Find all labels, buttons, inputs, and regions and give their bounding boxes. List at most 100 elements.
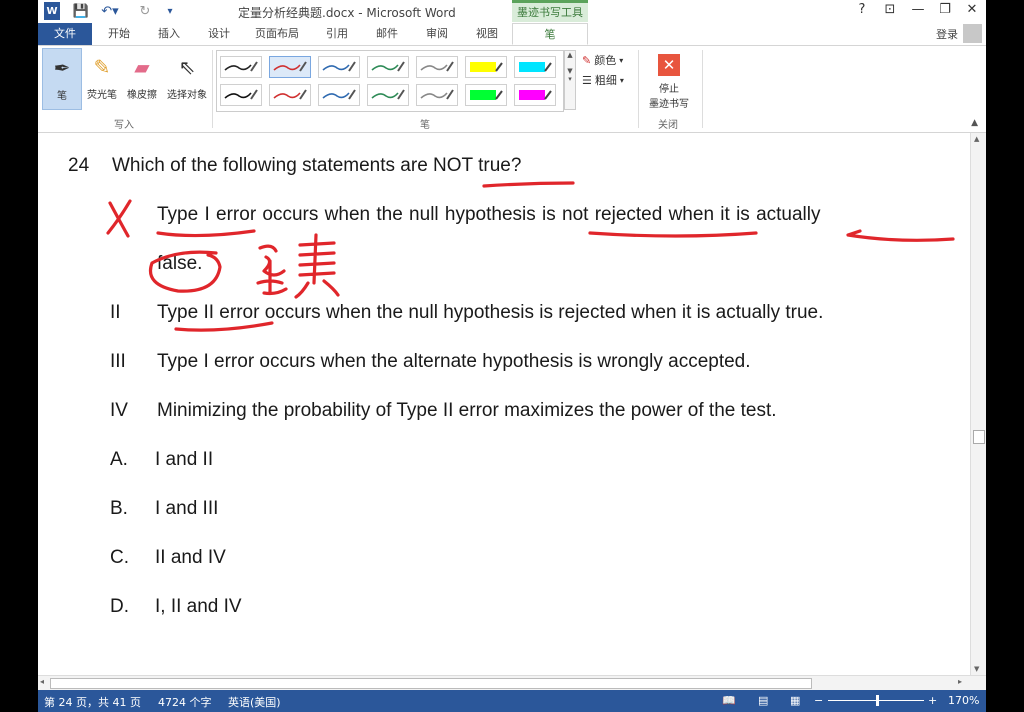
stop-inking-button[interactable]: ✕ 停止 墨迹书写 [641, 54, 697, 110]
pen-preset[interactable] [269, 56, 311, 78]
pen-preset[interactable] [367, 84, 409, 106]
color-pen-icon: ✎ [582, 53, 592, 67]
option-label: C. [110, 547, 129, 568]
stop-inking-label-1: 停止 [659, 84, 679, 95]
zoom-slider-thumb[interactable] [876, 695, 879, 706]
option-label: A. [110, 449, 128, 470]
eraser-button-label: 橡皮擦 [127, 90, 157, 101]
horizontal-scroll-thumb[interactable] [50, 678, 812, 689]
minimize-button[interactable]: — [908, 2, 928, 17]
option-label: D. [110, 596, 129, 617]
word-count[interactable]: 4724 个字 [158, 694, 212, 710]
group-label-pens: 笔 [420, 120, 430, 131]
tab-references[interactable]: 引用 [316, 23, 358, 45]
group-label-write: 写入 [114, 120, 134, 131]
highlighter-button[interactable]: ✎ 荧光笔 [82, 48, 122, 110]
statement-4: Minimizing the probability of Type II er… [157, 400, 777, 421]
line-weight-icon: ☰ [582, 73, 592, 87]
collapse-ribbon-icon[interactable]: ▲ [971, 118, 978, 128]
highlighter-button-label: 荧光笔 [87, 90, 117, 101]
vertical-scroll-thumb[interactable] [973, 430, 985, 444]
ribbon: ✒ 笔 ✎ 荧光笔 ▰ 橡皮擦 ⇖ 选择对象 写入 ▲ ▼ ▾ ✎ 颜色 ▾ ☰ 粗细… [38, 46, 986, 133]
option-label: B. [110, 498, 128, 519]
pen-color-button[interactable]: ✎ 颜色 ▾ [582, 52, 623, 68]
ribbon-divider [638, 50, 639, 128]
ink-underline-not-true [482, 181, 575, 188]
page-count[interactable]: 第 24 页，共 41 页 [44, 694, 141, 710]
vertical-scrollbar[interactable]: ▲ ▼ [970, 133, 986, 675]
pen-button[interactable]: ✒ 笔 [42, 48, 82, 110]
scroll-right-icon[interactable]: ▸ [958, 677, 962, 686]
document-page[interactable]: 24 Which of the following statements are… [38, 133, 970, 675]
select-objects-button-label: 选择对象 [167, 90, 207, 101]
pen-gallery [216, 50, 564, 112]
ink-underline-not-rejected [588, 231, 758, 238]
restore-button[interactable]: ❐ [935, 2, 955, 17]
zoom-out-icon[interactable]: − [814, 694, 823, 707]
tab-file[interactable]: 文件 [38, 23, 92, 45]
tab-home[interactable]: 开始 [98, 23, 140, 45]
pen-preset[interactable] [465, 84, 507, 106]
ribbon-display-options-button[interactable]: ⊡ [880, 2, 900, 17]
tab-mailings[interactable]: 邮件 [366, 23, 408, 45]
help-button[interactable]: ? [852, 2, 872, 17]
pen-icon: ✒ [53, 56, 71, 80]
tab-design[interactable]: 设计 [198, 23, 240, 45]
question-number: 24 [68, 155, 90, 176]
save-icon[interactable]: 💾 [72, 2, 90, 20]
window-title: 定量分析经典题.docx - Microsoft Word [238, 6, 456, 20]
pen-preset[interactable] [318, 84, 360, 106]
horizontal-scrollbar[interactable]: ◂ ▸ [38, 675, 986, 690]
ribbon-divider [212, 50, 213, 128]
pen-weight-button[interactable]: ☰ 粗细 ▾ [582, 72, 624, 88]
scroll-up-icon[interactable]: ▲ [974, 135, 979, 143]
title-bar: W 💾 ↶▾ ↻ ▾ 定量分析经典题.docx - Microsoft Word… [38, 0, 986, 23]
pen-gallery-scroll[interactable]: ▲ ▼ ▾ [564, 50, 576, 110]
scroll-down-icon[interactable]: ▼ [974, 665, 979, 673]
sign-in-link[interactable]: 登录 [936, 26, 958, 42]
redo-icon[interactable]: ↻ [134, 2, 156, 20]
avatar[interactable] [963, 24, 982, 43]
zoom-in-icon[interactable]: + [928, 694, 937, 707]
pen-preset[interactable] [220, 56, 262, 78]
eraser-button[interactable]: ▰ 橡皮擦 [122, 48, 162, 110]
web-layout-icon[interactable]: ▦ [790, 694, 800, 707]
undo-icon[interactable]: ↶▾ [98, 2, 122, 20]
select-objects-button[interactable]: ⇖ 选择对象 [164, 48, 210, 110]
stop-inking-label-2: 墨迹书写 [649, 99, 689, 110]
pen-preset[interactable] [220, 84, 262, 106]
tab-review[interactable]: 审阅 [416, 23, 458, 45]
scroll-left-icon[interactable]: ◂ [40, 677, 44, 686]
question-text: Which of the following statements are NO… [112, 155, 522, 176]
tab-view[interactable]: 视图 [466, 23, 508, 45]
tab-insert[interactable]: 插入 [148, 23, 190, 45]
statement-1: Type I error occurs when the null hypoth… [157, 204, 821, 225]
statement-3-label: III [110, 351, 126, 372]
statement-2-label: II [110, 302, 121, 323]
option-text: I and III [155, 498, 219, 519]
ink-tools-context-title: 墨迹书写工具 [512, 0, 588, 22]
pen-preset[interactable] [367, 56, 409, 78]
status-bar: 第 24 页，共 41 页 4724 个字 英语(美国) 📖 ▤ ▦ − + 1… [38, 690, 986, 712]
zoom-level[interactable]: 170% [948, 694, 979, 707]
pen-preset[interactable] [465, 56, 507, 78]
tab-page-layout[interactable]: 页面布局 [248, 23, 306, 45]
ink-underline-actually [846, 229, 955, 242]
pen-preset[interactable] [514, 56, 556, 78]
read-mode-icon[interactable]: 📖 [722, 694, 736, 707]
pen-preset[interactable] [514, 84, 556, 106]
ink-underline-type-ii [174, 321, 274, 332]
word-logo-icon: W [44, 2, 60, 20]
close-window-button[interactable]: ✕ [962, 2, 982, 17]
language-indicator[interactable]: 英语(美国) [228, 694, 281, 710]
pen-preset[interactable] [318, 56, 360, 78]
close-x-icon: ✕ [658, 54, 680, 76]
pen-preset[interactable] [416, 56, 458, 78]
ink-x-mark [106, 199, 132, 238]
customize-quick-access-icon[interactable]: ▾ [162, 2, 178, 20]
tab-pens[interactable]: 笔 [512, 23, 588, 45]
print-layout-icon[interactable]: ▤ [758, 694, 768, 707]
pen-preset[interactable] [416, 84, 458, 106]
group-label-close: 关闭 [658, 120, 678, 131]
pen-preset[interactable] [269, 84, 311, 106]
